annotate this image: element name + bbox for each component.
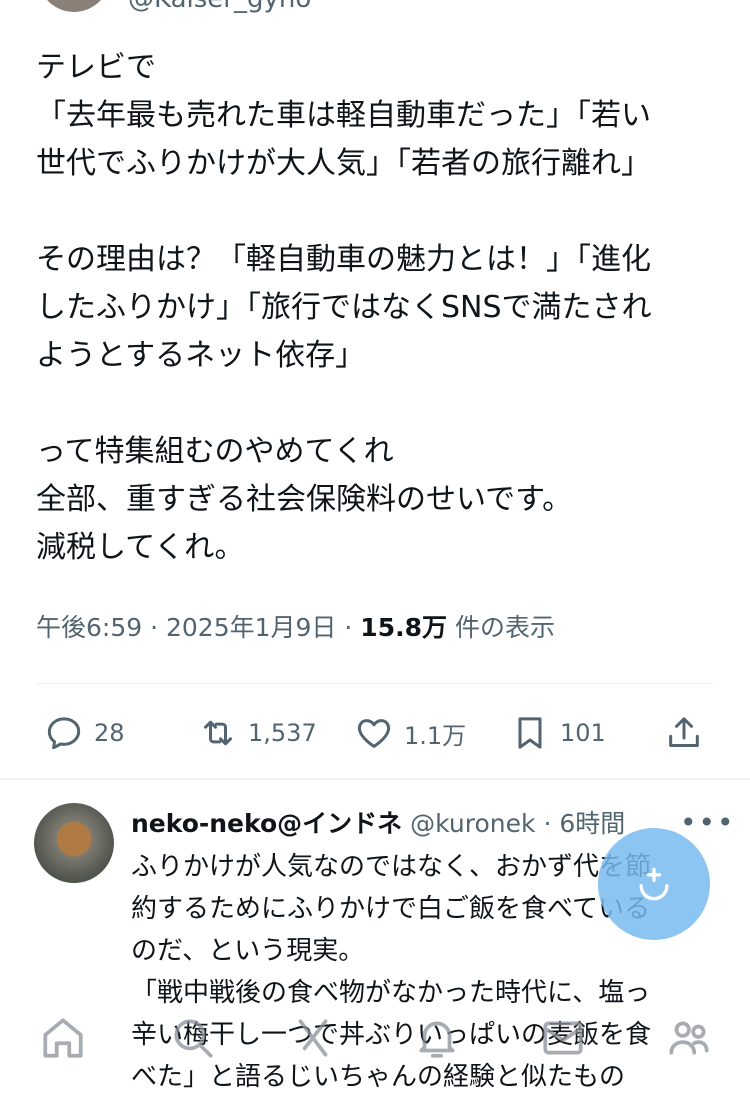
view-label: 件の表示 [454, 613, 555, 642]
tab-notifications[interactable] [412, 1013, 462, 1063]
retweet-button[interactable]: 1,537 [198, 706, 317, 760]
tweet-line: 全部、重すぎる社会保険料のせいです。 [36, 482, 573, 517]
reply-author-name[interactable]: neko-neko@インドネ [131, 809, 402, 838]
compose-icon [639, 867, 669, 901]
tweet-line: したふりかけ」「旅行ではなくSNSで満たされ [36, 290, 652, 325]
reply-line: のだ、という現実。 [131, 936, 365, 966]
share-icon [669, 717, 699, 747]
tweet-meta: 午後6:59 · 2025年1月9日 · 15.8万 件の表示 [36, 610, 555, 646]
like-count: 1.1万 [404, 721, 467, 750]
action-bar: 28 1,537 1.1万 101 [0, 706, 750, 760]
tab-messages[interactable] [538, 1013, 588, 1063]
tweet-line: テレビで [36, 50, 156, 85]
home-icon [43, 1018, 83, 1058]
tweet-line: 「去年最も売れた車は軽自動車だった」「若い [36, 98, 651, 133]
reply-header: neko-neko@インドネ @kuronek · 6時間 [131, 806, 625, 842]
tweet-text: テレビで 「去年最も売れた車は軽自動車だった」「若い 世代でふりかけが大人気」「… [36, 44, 726, 572]
view-count[interactable]: 15.8万 [360, 613, 447, 642]
reply-button[interactable]: 28 [44, 706, 125, 760]
divider [36, 683, 714, 684]
reply-icon [47, 717, 81, 750]
compose-button[interactable] [598, 828, 710, 940]
more-options-icon[interactable]: ••• [680, 806, 736, 839]
tab-home[interactable] [38, 1013, 88, 1063]
author-handle[interactable]: @Kaiser_gyno [128, 0, 311, 12]
tweet-line: 世代でふりかけが大人気」「若者の旅行離れ」 [36, 146, 651, 181]
grok-icon [298, 1019, 328, 1057]
reply-count: 28 [94, 719, 125, 747]
bell-icon [419, 1021, 455, 1058]
search-icon [174, 1019, 213, 1058]
bookmark-count: 101 [560, 719, 606, 747]
tweet-line: 減税してくれ。 [36, 530, 245, 565]
retweet-icon [204, 720, 232, 746]
tab-communities[interactable] [664, 1013, 714, 1063]
tweet-time[interactable]: 午後6:59 [36, 613, 142, 642]
meta-separator: · [150, 613, 159, 642]
tab-grok[interactable] [288, 1013, 338, 1063]
section-separator [0, 778, 750, 780]
tweet-line: ようとするネット依存」 [36, 338, 366, 373]
like-button[interactable]: 1.1万 [354, 706, 466, 760]
bookmark-button[interactable]: 101 [510, 706, 606, 760]
tweet-date[interactable]: 2025年1月9日 [166, 613, 336, 642]
tweet-line: その理由は？「軽自動車の魅力とは！」「進化 [36, 242, 651, 277]
reply-avatar[interactable] [34, 803, 114, 883]
meta-separator: · [344, 613, 353, 642]
bookmark-icon [518, 717, 542, 749]
mail-icon [543, 1021, 583, 1055]
tab-search[interactable] [168, 1013, 218, 1063]
tweet-line: って特集組むのやめてくれ [36, 434, 394, 469]
bottom-tab-bar [0, 1005, 750, 1086]
reply-time[interactable]: · 6時間 [543, 809, 625, 838]
heart-icon [357, 719, 391, 748]
reply-author-handle[interactable]: @kuronek [410, 809, 535, 838]
people-icon [669, 1021, 709, 1055]
author-avatar[interactable] [38, 0, 110, 12]
share-button[interactable] [664, 706, 704, 760]
retweet-count: 1,537 [248, 719, 317, 747]
